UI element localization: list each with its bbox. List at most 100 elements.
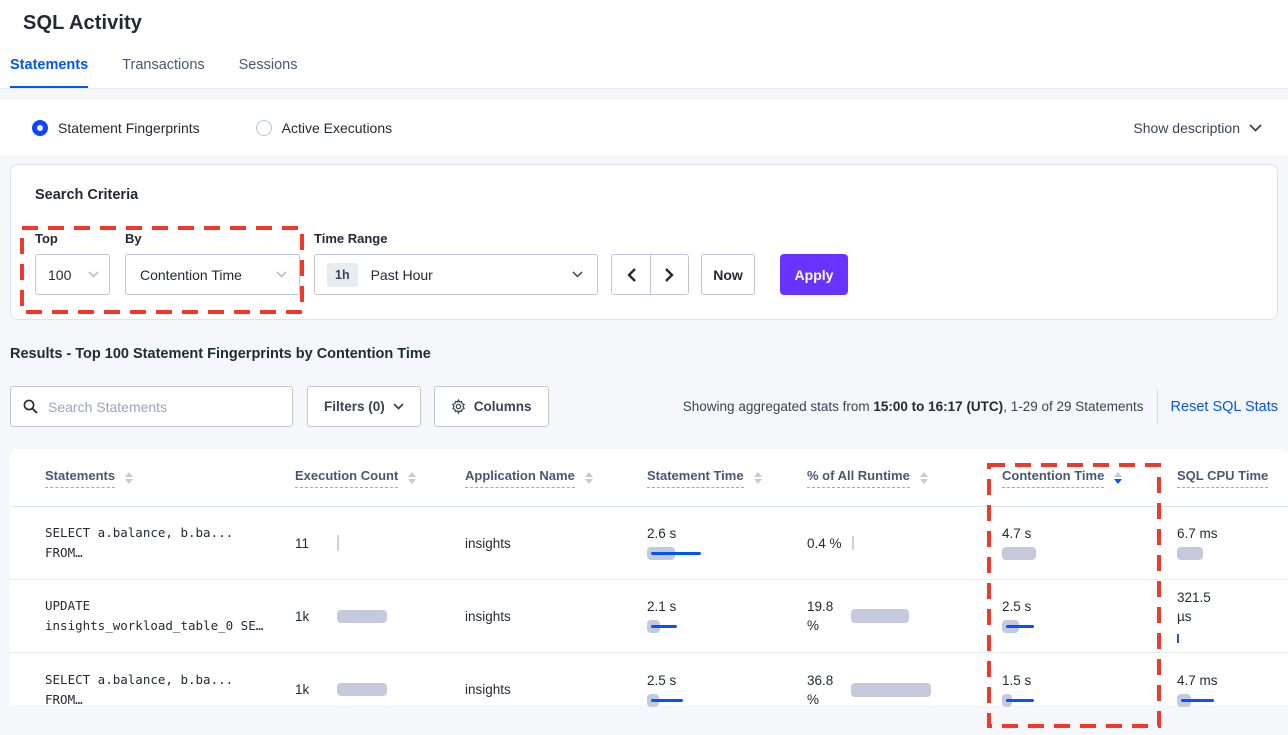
by-label: By bbox=[125, 231, 314, 246]
pct-runtime-bar bbox=[852, 536, 854, 550]
statement-fingerprint-link[interactable]: SELECT a.balance, b.ba...FROM… bbox=[45, 670, 295, 710]
chevron-down-icon bbox=[276, 271, 287, 278]
sql-cpu-time-cell: 321.5 µs bbox=[1177, 588, 1288, 645]
table-row[interactable]: UPDATEinsights_workload_table_0 SE… 1k i… bbox=[10, 580, 1288, 653]
execution-count-value: 1k bbox=[295, 682, 323, 697]
stddev-tick bbox=[1177, 634, 1179, 643]
chevron-down-icon bbox=[88, 271, 99, 278]
filters-button[interactable]: Filters (0) bbox=[307, 386, 421, 427]
angle-left-icon bbox=[627, 268, 636, 282]
results-heading: Results - Top 100 Statement Fingerprints… bbox=[10, 346, 1288, 362]
tab-sessions[interactable]: Sessions bbox=[239, 57, 298, 88]
sort-icon[interactable] bbox=[920, 472, 928, 484]
radio-active-executions[interactable]: Active Executions bbox=[256, 120, 393, 136]
stddev-bar bbox=[1006, 625, 1034, 628]
radio-selected-icon[interactable] bbox=[32, 120, 48, 136]
time-nav-group bbox=[611, 254, 689, 295]
time-range-label: Time Range bbox=[314, 231, 611, 246]
gear-icon bbox=[451, 399, 466, 414]
now-button[interactable]: Now bbox=[701, 254, 755, 295]
application-name-value: insights bbox=[465, 609, 647, 624]
col-pct-runtime[interactable]: % of All Runtime bbox=[807, 468, 910, 488]
time-range-value: Past Hour bbox=[371, 267, 572, 283]
execution-count-bar bbox=[337, 683, 387, 696]
pct-runtime-bar bbox=[851, 683, 931, 697]
tab-statements[interactable]: Statements bbox=[10, 57, 88, 88]
reset-sql-stats-link[interactable]: Reset SQL Stats bbox=[1157, 390, 1278, 424]
view-toggle-bar: Statement Fingerprints Active Executions… bbox=[0, 100, 1288, 155]
aggregated-stats-text: Showing aggregated stats from 15:00 to 1… bbox=[683, 399, 1144, 414]
search-criteria-panel: Search Criteria Top 100 By Contention Ti… bbox=[10, 164, 1278, 320]
angle-right-icon bbox=[665, 268, 674, 282]
execution-count-bar bbox=[337, 610, 387, 623]
pct-runtime-cell: 19.8 % bbox=[807, 597, 1002, 635]
table-row[interactable]: SELECT a.balance, b.ba...FROM… 11 insigh… bbox=[10, 507, 1288, 580]
statement-fingerprint-link[interactable]: UPDATEinsights_workload_table_0 SE… bbox=[45, 596, 295, 636]
col-contention-time[interactable]: Contention Time bbox=[1002, 468, 1104, 488]
table-header-row: Statements Execution Count Application N… bbox=[10, 449, 1288, 507]
time-next-button[interactable] bbox=[650, 254, 689, 295]
radio-label: Active Executions bbox=[282, 120, 393, 136]
show-description-toggle[interactable]: Show description bbox=[1133, 120, 1262, 136]
page-title: SQL Activity bbox=[0, 12, 1288, 35]
apply-button[interactable]: Apply bbox=[780, 254, 848, 295]
application-name-value: insights bbox=[465, 682, 647, 697]
statements-table: Statements Execution Count Application N… bbox=[10, 449, 1288, 705]
top-label: Top bbox=[35, 231, 125, 246]
stddev-bar bbox=[651, 699, 683, 702]
sort-icon[interactable] bbox=[408, 472, 416, 484]
sort-icon[interactable] bbox=[125, 472, 133, 484]
search-criteria-heading: Search Criteria bbox=[35, 187, 1253, 203]
stddev-bar bbox=[1181, 699, 1214, 702]
page-header: SQL Activity Statements Transactions Ses… bbox=[0, 0, 1288, 89]
execution-count-bar bbox=[337, 535, 339, 551]
results-toolbar: Filters (0) Columns Showing aggregated s… bbox=[10, 386, 1278, 427]
time-range-badge: 1h bbox=[327, 263, 358, 287]
columns-label: Columns bbox=[474, 399, 532, 414]
sort-icon-active[interactable] bbox=[1114, 472, 1122, 484]
time-prev-button[interactable] bbox=[611, 254, 650, 295]
sort-icon[interactable] bbox=[754, 472, 762, 484]
top-value: 100 bbox=[48, 267, 71, 283]
statement-fingerprint-link[interactable]: SELECT a.balance, b.ba...FROM… bbox=[45, 523, 295, 563]
filters-label: Filters (0) bbox=[324, 399, 385, 414]
mean-bar bbox=[1177, 547, 1203, 560]
pct-runtime-bar bbox=[851, 609, 909, 623]
table-row[interactable]: SELECT a.balance, b.ba...FROM… 1k insigh… bbox=[10, 653, 1288, 726]
col-application-name[interactable]: Application Name bbox=[465, 468, 575, 488]
contention-time-cell: 1.5 s bbox=[1002, 673, 1177, 707]
search-icon bbox=[23, 399, 38, 414]
col-sql-cpu-time[interactable]: SQL CPU Time bbox=[1177, 468, 1268, 488]
radio-statement-fingerprints[interactable]: Statement Fingerprints bbox=[32, 120, 200, 136]
mean-bar bbox=[1002, 547, 1036, 560]
stddev-bar bbox=[651, 625, 677, 628]
show-description-label: Show description bbox=[1133, 120, 1240, 136]
time-range-select[interactable]: 1h Past Hour bbox=[314, 254, 598, 295]
top-select[interactable]: 100 bbox=[35, 254, 110, 295]
col-statement-time[interactable]: Statement Time bbox=[647, 468, 744, 488]
stddev-bar bbox=[651, 552, 701, 555]
application-name-value: insights bbox=[465, 536, 647, 551]
execution-count-value: 1k bbox=[295, 609, 323, 624]
statement-time-cell: 2.5 s bbox=[647, 673, 807, 707]
sort-icon[interactable] bbox=[585, 472, 593, 484]
pct-runtime-cell: 0.4 % bbox=[807, 536, 1002, 551]
statement-time-cell: 2.6 s bbox=[647, 526, 807, 560]
execution-count-value: 11 bbox=[295, 536, 323, 551]
by-select[interactable]: Contention Time bbox=[125, 254, 300, 295]
radio-label: Statement Fingerprints bbox=[58, 120, 200, 136]
search-statements-input[interactable] bbox=[48, 399, 280, 415]
chevron-down-icon bbox=[393, 403, 404, 410]
tab-transactions[interactable]: Transactions bbox=[122, 57, 204, 88]
radio-unselected-icon[interactable] bbox=[256, 120, 272, 136]
by-value: Contention Time bbox=[140, 267, 242, 283]
columns-button[interactable]: Columns bbox=[434, 386, 549, 427]
sql-cpu-time-cell: 4.7 ms bbox=[1177, 673, 1288, 707]
col-execution-count[interactable]: Execution Count bbox=[295, 468, 398, 488]
sql-cpu-time-cell: 6.7 ms bbox=[1177, 526, 1288, 560]
col-statements[interactable]: Statements bbox=[45, 468, 115, 488]
contention-time-cell: 2.5 s bbox=[1002, 599, 1177, 633]
stddev-bar bbox=[1006, 699, 1034, 702]
contention-time-cell: 4.7 s bbox=[1002, 526, 1177, 560]
search-statements-box[interactable] bbox=[10, 386, 293, 427]
